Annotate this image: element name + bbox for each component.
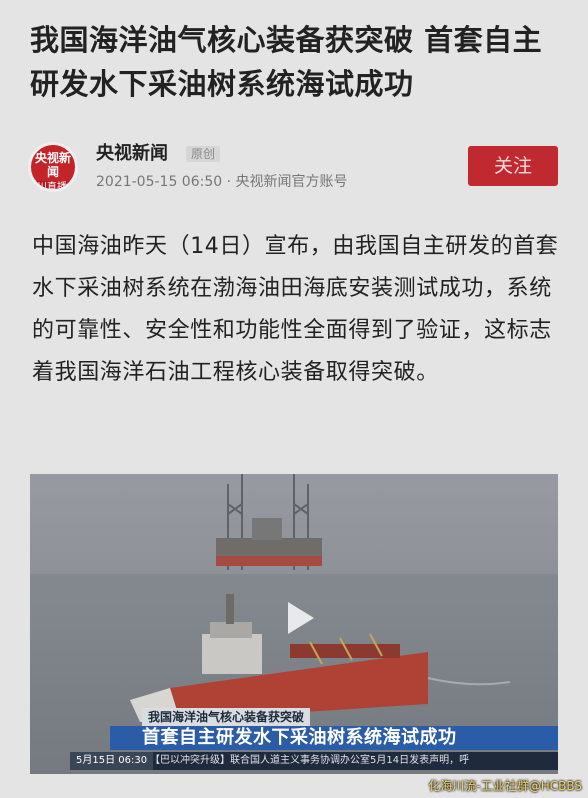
original-tag: 原创 [186,146,221,162]
watermark: 化海川流-工业社群@HCBBS [428,779,582,793]
lower-third-date: 5月15日 06:30 [70,752,154,770]
lower-third-headline: 首套自主研发水下采油树系统海试成功 [142,727,457,748]
article-body: 中国海油昨天（14日）宣布，由我国自主研发的首套水下采油树系统在渤海油田海底安装… [32,234,559,385]
lower-third-topic: 我国海洋油气核心装备获突破 [142,708,311,726]
avatar[interactable]: 央视新闻 川直播 [28,142,78,192]
video-player[interactable]: 我国海洋油气核心装备获突破 首套自主研发水下采油树系统海试成功 5月15日 06… [30,474,558,774]
article: 我国海洋油气核心装备获突破 首套自主研发水下采油树系统海试成功 央视新闻 川直播… [0,0,588,798]
live-badge: 川直播 [33,181,71,189]
play-icon [288,602,314,634]
play-button[interactable] [276,596,320,640]
author-meta: 2021-05-15 06:50 · 央视新闻官方账号 [96,174,348,190]
author-row: 央视新闻 川直播 央视新闻 原创 2021-05-15 06:50 · 央视新闻… [28,140,560,196]
follow-button[interactable]: 关注 [468,146,558,186]
avatar-logo-text: 央视新闻 [34,151,71,179]
article-headline: 我国海洋油气核心装备获突破 首套自主研发水下采油树系统海试成功 [30,23,543,101]
author-name[interactable]: 央视新闻 [96,142,168,166]
lower-third-ticker-text: 【巴以冲突升级】联合国人道主义事务协调办公室5月14日发表声明，呼 [150,755,470,766]
